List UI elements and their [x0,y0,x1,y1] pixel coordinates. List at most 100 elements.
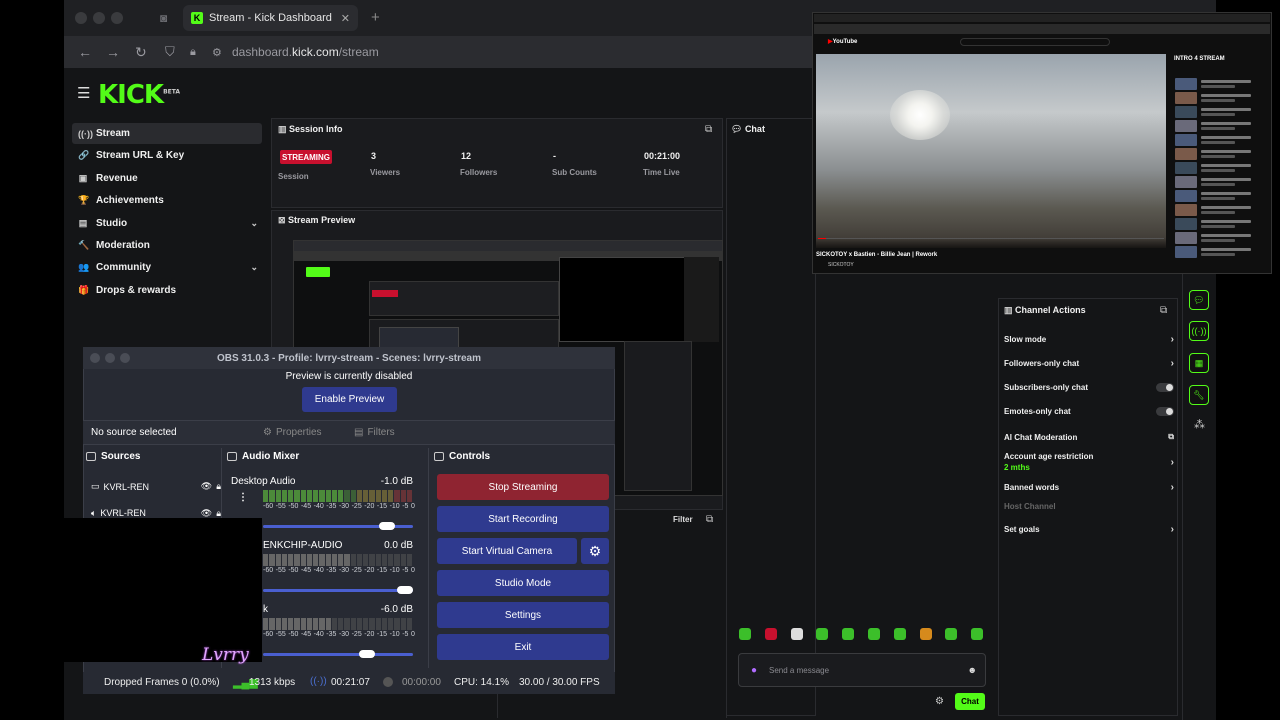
window-minimize-button[interactable] [93,12,105,24]
emote-icon[interactable] [816,628,829,640]
chevron-right-icon[interactable]: › [1171,457,1174,468]
obs-minimize-button[interactable] [105,353,115,363]
volume-slider[interactable] [263,522,413,530]
volume-slider-knob[interactable] [396,586,413,594]
rail-broadcast-icon[interactable]: ((·)) [1189,321,1209,341]
emote-icon[interactable] [842,628,855,640]
volume-slider[interactable] [263,586,413,594]
playlist-item[interactable] [1175,176,1267,188]
playlist-item[interactable] [1175,246,1267,258]
url-text[interactable]: dashboard.kick.com/stream [232,45,379,59]
channel-action-item[interactable]: Banned words › [1004,482,1174,493]
tab-close-icon[interactable]: ✕ [341,12,350,25]
playlist-item[interactable] [1175,190,1267,202]
emote-icon[interactable] [868,628,880,640]
playlist-item[interactable] [1175,218,1267,230]
volume-slider-knob[interactable] [359,650,375,658]
enable-preview-button[interactable]: Enable Preview [302,387,397,412]
chevron-right-icon[interactable]: › [1171,334,1174,345]
sidebar-item[interactable]: ▤ Studio ⌄ [72,213,262,234]
start-virtual-camera-button[interactable]: Start Virtual Camera [437,538,577,564]
reload-icon[interactable]: ↻ [135,44,147,61]
sidebar-item[interactable]: 🏆 Achievements [72,190,262,211]
playlist-item[interactable] [1175,232,1267,244]
visibility-icon[interactable]: 👁︎ [201,481,212,492]
channel-action-item[interactable]: Followers-only chat › [1004,358,1174,369]
playlist-item[interactable] [1175,134,1267,146]
virtual-camera-settings-icon[interactable]: ⚙ [581,538,609,564]
external-link-icon[interactable]: ⧉ [1168,432,1174,442]
sidebar-item[interactable]: ((·)) Stream [72,123,262,144]
studio-mode-button[interactable]: Studio Mode [437,570,609,596]
sidebar-item[interactable]: 🔨 Moderation [72,235,262,256]
emoji-icon[interactable]: ☻ [968,665,977,675]
sidebar-item[interactable]: 🎁 Drops & rewards [72,280,262,301]
video-channel[interactable]: SICKOTOY [828,262,854,268]
shield-icon[interactable]: ⛉ [165,44,175,60]
microphone-icon[interactable]: ● [751,665,757,676]
source-item[interactable]: ▭ KVRL-REN 👁︎ 🔒︎ [91,481,221,492]
chat-settings-icon[interactable]: ⚙ [935,696,944,707]
youtube-video[interactable] [816,54,1166,248]
emote-icon[interactable] [790,628,803,640]
camera-icon[interactable]: ◙ [160,11,167,25]
sidebar-item[interactable]: 🔗 Stream URL & Key [72,145,262,166]
popout-icon[interactable]: ⧉ [705,124,712,135]
visibility-icon[interactable]: 👁︎ [201,508,212,518]
chevron-down-icon[interactable]: ⌄ [250,262,258,273]
emote-icon[interactable] [971,628,984,640]
sidebar-item[interactable]: ▣ Revenue [72,168,262,189]
yt-search-input[interactable] [960,38,1110,46]
toggle-switch[interactable] [1156,383,1174,392]
exit-button[interactable]: Exit [437,634,609,660]
channel-action-item[interactable]: AI Chat Moderation ⧉ [1004,432,1174,442]
playlist-item[interactable] [1175,78,1267,90]
new-tab-icon[interactable]: + [371,9,380,26]
back-icon[interactable]: ← [78,44,92,60]
emote-icon[interactable] [893,628,906,640]
video-controls[interactable] [816,238,1166,248]
emote-icon[interactable] [739,628,751,640]
kick-logo[interactable]: KICKBETA [98,80,180,110]
filters-button[interactable]: ▤ Filters [354,425,406,440]
chevron-right-icon[interactable]: › [1171,524,1174,535]
emote-icon[interactable] [919,628,932,640]
properties-button[interactable]: ⚙ Properties [263,425,343,440]
chat-send-button[interactable]: Chat [955,693,985,710]
channel-action-item[interactable]: Set goals › [1004,524,1174,535]
emote-icon[interactable] [945,628,958,640]
chevron-down-icon[interactable]: ⌄ [250,218,258,229]
lock-icon[interactable]: 🔒︎ [190,46,196,59]
channel-actions-popout-icon[interactable]: ⧉ [1160,305,1167,316]
settings-button[interactable]: Settings [437,602,609,628]
more-options-icon[interactable]: ⋮ [238,492,248,503]
youtube-logo[interactable]: ▶YouTube [828,38,857,45]
sidebar-item[interactable]: 👥 Community ⌄ [72,257,262,278]
rail-user-icon[interactable]: ▦ [1189,353,1209,373]
channel-action-item[interactable]: Emotes-only chat [1004,407,1174,416]
chat-input[interactable]: ● Send a message ☻ [738,653,986,687]
browser-tab[interactable]: K Stream - Kick Dashboard ✕ [183,5,358,31]
playlist-item[interactable] [1175,162,1267,174]
obs-zoom-button[interactable] [120,353,130,363]
rail-chat-icon[interactable]: 💬︎ [1189,290,1209,310]
playlist-item[interactable] [1175,106,1267,118]
volume-slider-knob[interactable] [378,522,395,530]
channel-action-item[interactable]: Account age restriction 2 mths › [1004,452,1174,472]
chevron-right-icon[interactable]: › [1171,358,1174,369]
channel-action-item[interactable]: Subscribers-only chat [1004,383,1174,392]
menu-icon[interactable]: ☰ [77,84,90,102]
toggle-switch[interactable] [1156,407,1174,416]
forward-icon[interactable]: → [106,44,120,60]
filter-popout-icon[interactable]: ⧉ [706,514,713,525]
rail-more-icon[interactable]: ⁂ [1194,418,1205,431]
filter-label[interactable]: Filter [673,515,693,524]
emote-icon[interactable] [764,628,777,640]
window-close-button[interactable] [75,12,87,24]
chevron-right-icon[interactable]: › [1171,482,1174,493]
playlist-item[interactable] [1175,92,1267,104]
channel-action-item[interactable]: Slow mode › [1004,334,1174,345]
rail-tools-icon[interactable]: 🔧︎ [1189,385,1209,405]
stop-streaming-button[interactable]: Stop Streaming [437,474,609,500]
obs-close-button[interactable] [90,353,100,363]
